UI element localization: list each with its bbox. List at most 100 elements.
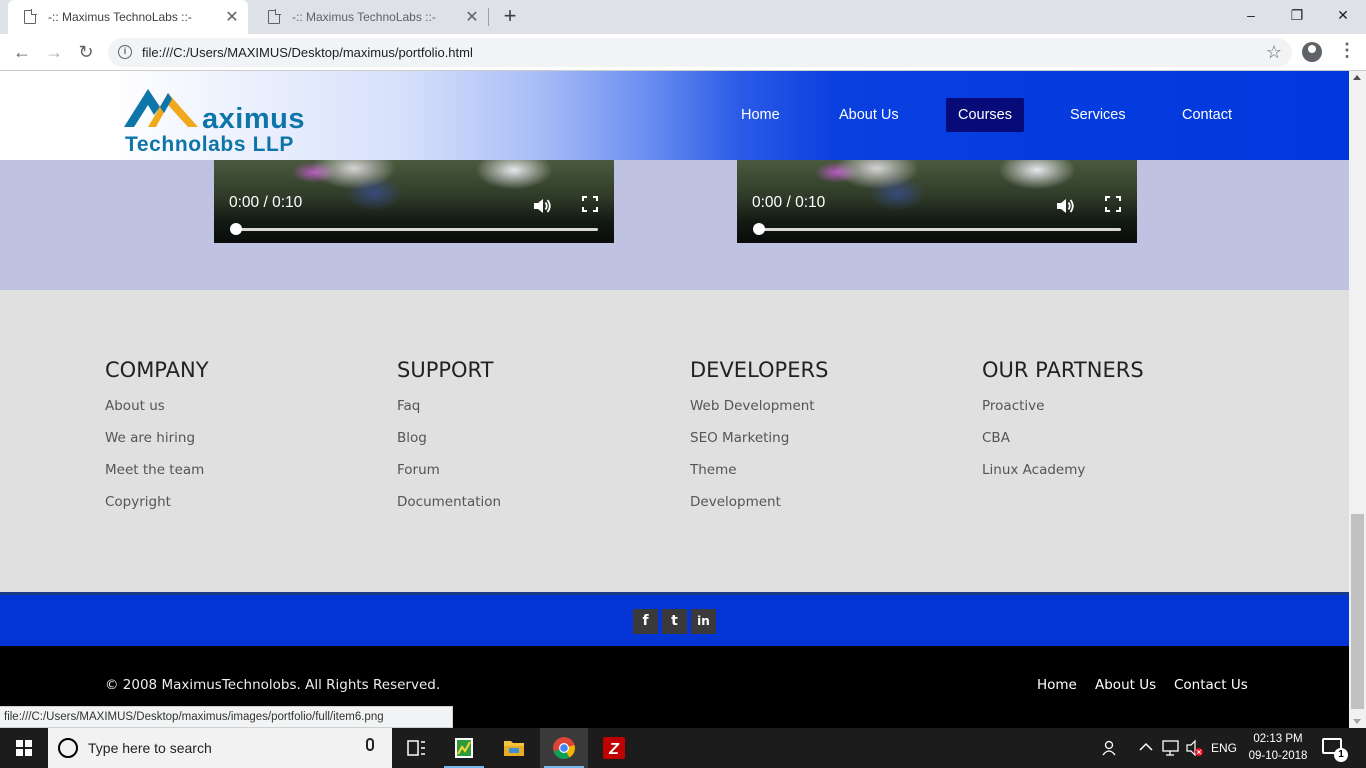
reload-button[interactable]: ↻ [74,40,98,64]
new-tab-button[interactable]: + [498,4,522,28]
footer-column-company: COMPANY About us We are hiring Meet the … [105,358,209,518]
nav-contact[interactable]: Contact [1170,98,1244,132]
tab-title: -:: Maximus TechnoLabs ::- [292,10,436,24]
address-url[interactable]: file:///C:/Users/MAXIMUS/Desktop/maximus… [142,45,473,60]
portfolio-section: 0:00 / 0:10 0:00 / 0:10 [0,160,1349,290]
footer-link[interactable]: Linux Academy [982,454,1144,486]
network-icon[interactable] [1160,728,1184,768]
video-player[interactable]: 0:00 / 0:10 [737,160,1137,243]
windows-logo-icon [16,740,32,756]
taskbar: Type here to search Z ENG 02:13 PM 09-10… [0,728,1366,768]
footer-heading: DEVELOPERS [690,358,829,382]
footer-link[interactable]: Blog [397,422,501,454]
fullscreen-icon[interactable] [582,196,598,212]
volume-muted-icon[interactable] [1184,728,1206,768]
footer-column-support: SUPPORT Faq Blog Forum Documentation [397,358,501,518]
scroll-thumb[interactable] [1351,514,1364,709]
filezilla-icon[interactable]: Z [590,728,638,768]
footer-link[interactable]: Meet the team [105,454,209,486]
site-header: aximus Technolabs LLP Home About Us Cour… [0,71,1349,160]
tab-active[interactable]: -:: Maximus TechnoLabs ::- ✕ [8,0,248,34]
footer-link[interactable]: Theme [690,454,828,486]
video-seek-knob[interactable] [230,223,242,235]
nav-services[interactable]: Services [1058,98,1138,132]
video-player[interactable]: 0:00 / 0:10 [214,160,614,243]
clock-time: 02:13 PM [1253,733,1303,745]
tab-inactive[interactable]: -:: Maximus TechnoLabs ::- ✕ [252,0,488,34]
footer-heading: OUR PARTNERS [982,358,1144,382]
footer-nav-about-us[interactable]: About Us [1095,677,1156,693]
video-seek-knob[interactable] [753,223,765,235]
tab-title: -:: Maximus TechnoLabs ::- [48,10,192,24]
footer-link[interactable]: Faq [397,390,501,422]
footer-link[interactable]: SEO Marketing [690,422,828,454]
scroll-up-icon[interactable] [1353,75,1361,80]
file-explorer-icon[interactable] [490,728,538,768]
spreadsheet-app-icon[interactable] [440,728,488,768]
footer-link[interactable]: Copyright [105,486,209,518]
start-button[interactable] [0,728,48,768]
task-view-icon[interactable] [392,728,440,768]
video-seekbar[interactable] [236,228,598,231]
footer-link[interactable]: Documentation [397,486,501,518]
profile-avatar-icon[interactable] [1302,42,1322,62]
document-icon [24,9,37,24]
site-info-icon[interactable]: i [118,45,132,59]
footer-link[interactable]: CBA [982,422,1144,454]
language-indicator[interactable]: ENG [1208,728,1240,768]
linkedin-icon[interactable]: in [691,609,716,634]
footer-link[interactable]: About us [105,390,209,422]
bookmark-star-icon[interactable]: ☆ [1266,42,1282,63]
close-window-button[interactable]: ✕ [1320,0,1366,30]
footer-heading: SUPPORT [397,358,494,382]
copyright-text: © 2008 MaximusTechnolobs. All Rights Res… [105,677,441,693]
social-bar: f t in [0,592,1349,646]
video-time: 0:00 / 0:10 [752,194,826,211]
browser-menu-icon[interactable]: ⋮ [1338,40,1356,61]
footer-link[interactable]: Proactive [982,390,1144,422]
scroll-down-icon[interactable] [1353,719,1361,724]
forward-button[interactable]: → [42,40,66,64]
tab-close-icon[interactable]: ✕ [462,7,482,27]
page-viewport: aximus Technolabs LLP Home About Us Cour… [0,71,1349,728]
tray-chevron-up-icon[interactable] [1136,728,1156,768]
nav-about-us[interactable]: About Us [827,98,911,132]
video-seekbar[interactable] [759,228,1121,231]
tab-strip: -:: Maximus TechnoLabs ::- ✕ -:: Maximus… [0,0,1366,34]
taskbar-search[interactable]: Type here to search [48,728,392,768]
footer-link[interactable]: Web Development [690,390,828,422]
nav-courses[interactable]: Courses [946,98,1024,132]
footer-nav-contact-us[interactable]: Contact Us [1174,677,1248,693]
footer-links-section: COMPANY About us We are hiring Meet the … [0,290,1349,592]
volume-icon[interactable] [532,196,552,216]
footer-link[interactable]: We are hiring [105,422,209,454]
svg-text:Z: Z [608,741,620,758]
tab-close-icon[interactable]: ✕ [222,7,242,27]
status-url-bubble: file:///C:/Users/MAXIMUS/Desktop/maximus… [0,706,453,728]
address-bar[interactable]: i file:///C:/Users/MAXIMUS/Desktop/maxim… [108,38,1292,67]
taskbar-clock[interactable]: 02:13 PM 09-10-2018 [1246,731,1310,765]
site-logo[interactable]: aximus Technolabs LLP [124,85,314,157]
clock-date: 09-10-2018 [1248,750,1308,762]
footer-heading: COMPANY [105,358,209,382]
twitter-icon[interactable]: t [662,609,687,634]
search-placeholder: Type here to search [88,740,212,756]
back-button[interactable]: ← [10,40,34,64]
logo-text-line2: Technolabs LLP [125,133,295,156]
logo-mountain-icon [124,89,198,127]
restore-button[interactable]: ❐ [1274,0,1320,30]
browser-toolbar: ← → ↻ i file:///C:/Users/MAXIMUS/Desktop… [0,34,1366,71]
minimize-button[interactable]: – [1228,0,1274,30]
volume-icon[interactable] [1055,196,1075,216]
page-scrollbar[interactable] [1349,71,1366,728]
chrome-icon[interactable] [540,728,588,768]
footer-link[interactable]: Forum [397,454,501,486]
facebook-icon[interactable]: f [633,609,658,634]
fullscreen-icon[interactable] [1105,196,1121,212]
footer-link[interactable]: Development [690,486,828,518]
microphone-icon[interactable] [366,738,374,751]
footer-nav-home[interactable]: Home [1037,677,1077,693]
people-icon[interactable] [1098,728,1122,768]
logo-text-line1: aximus [202,103,305,135]
nav-home[interactable]: Home [729,98,792,132]
